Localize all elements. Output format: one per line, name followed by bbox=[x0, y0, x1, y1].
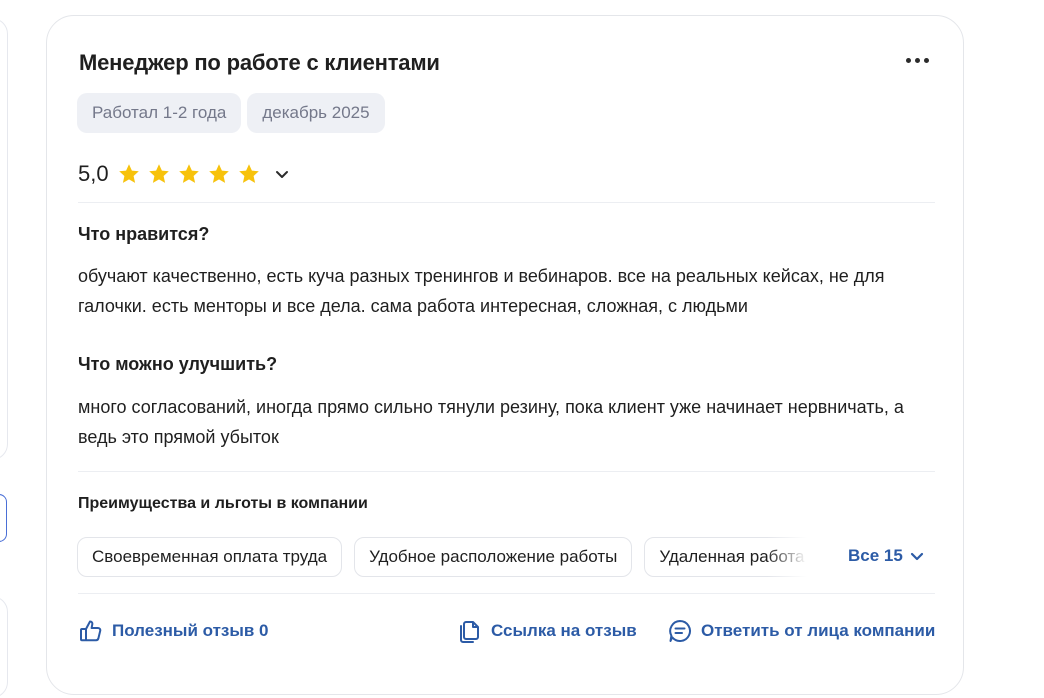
all-benefits-button[interactable]: Все 15 bbox=[848, 546, 925, 566]
star-icon bbox=[178, 164, 199, 183]
benefit-chip: Своевременная оплата труда bbox=[77, 537, 343, 577]
star-icon bbox=[238, 164, 259, 183]
copy-link-label: Ссылка на отзыв bbox=[491, 621, 637, 640]
rating-stars bbox=[117, 162, 261, 186]
adjacent-card-edge-lower bbox=[0, 596, 8, 698]
adjacent-card-edge bbox=[0, 18, 8, 460]
thumb-up-icon bbox=[80, 620, 102, 642]
copy-link-icon bbox=[460, 621, 479, 643]
review-tags: Работал 1-2 года декабрь 2025 bbox=[77, 93, 385, 133]
cons-heading: Что можно улучшить? bbox=[78, 354, 278, 374]
tag-date: декабрь 2025 bbox=[247, 93, 385, 133]
star-icon bbox=[208, 164, 229, 183]
adjacent-input-edge[interactable] bbox=[0, 494, 7, 542]
benefits-list: Своевременная оплата труда Удобное распо… bbox=[77, 537, 807, 577]
star-icon bbox=[148, 164, 169, 183]
benefits-fade bbox=[767, 537, 807, 577]
reply-label: Ответить от лица компании bbox=[701, 621, 936, 640]
pros-heading: Что нравится? bbox=[78, 224, 210, 244]
helpful-button[interactable]: Полезный отзыв 0 bbox=[78, 618, 269, 644]
star-icon bbox=[118, 164, 139, 183]
pros-text: обучают качественно, есть куча разных тр… bbox=[78, 266, 885, 316]
cons-text: много согласований, иногда прямо сильно … bbox=[78, 397, 904, 447]
rating: 5,0 bbox=[78, 161, 291, 187]
divider bbox=[78, 471, 935, 472]
review-title: Менеджер по работе с клиентами bbox=[79, 50, 440, 75]
divider bbox=[78, 202, 935, 203]
chat-reply-icon bbox=[669, 620, 691, 642]
benefit-chip: Удобное расположение работы bbox=[354, 537, 633, 577]
review-card: Менеджер по работе с клиентами Работал 1… bbox=[46, 15, 964, 695]
review-actions: Полезный отзыв 0 Ссылка на отзыв Ответит… bbox=[78, 618, 936, 644]
tag-experience: Работал 1-2 года bbox=[77, 93, 242, 133]
copy-link-button[interactable]: Ссылка на отзыв bbox=[457, 618, 637, 644]
reply-button[interactable]: Ответить от лица компании bbox=[667, 618, 935, 644]
all-benefits-label: Все 15 bbox=[848, 546, 903, 565]
chevron-down-icon[interactable] bbox=[273, 165, 291, 183]
more-dots-icon[interactable] bbox=[901, 52, 933, 68]
helpful-label: Полезный отзыв 0 bbox=[112, 621, 269, 640]
benefits-heading: Преимущества и льготы в компании bbox=[78, 495, 368, 512]
chevron-down-icon bbox=[910, 552, 923, 561]
divider bbox=[78, 593, 935, 594]
rating-value: 5,0 bbox=[78, 161, 109, 186]
